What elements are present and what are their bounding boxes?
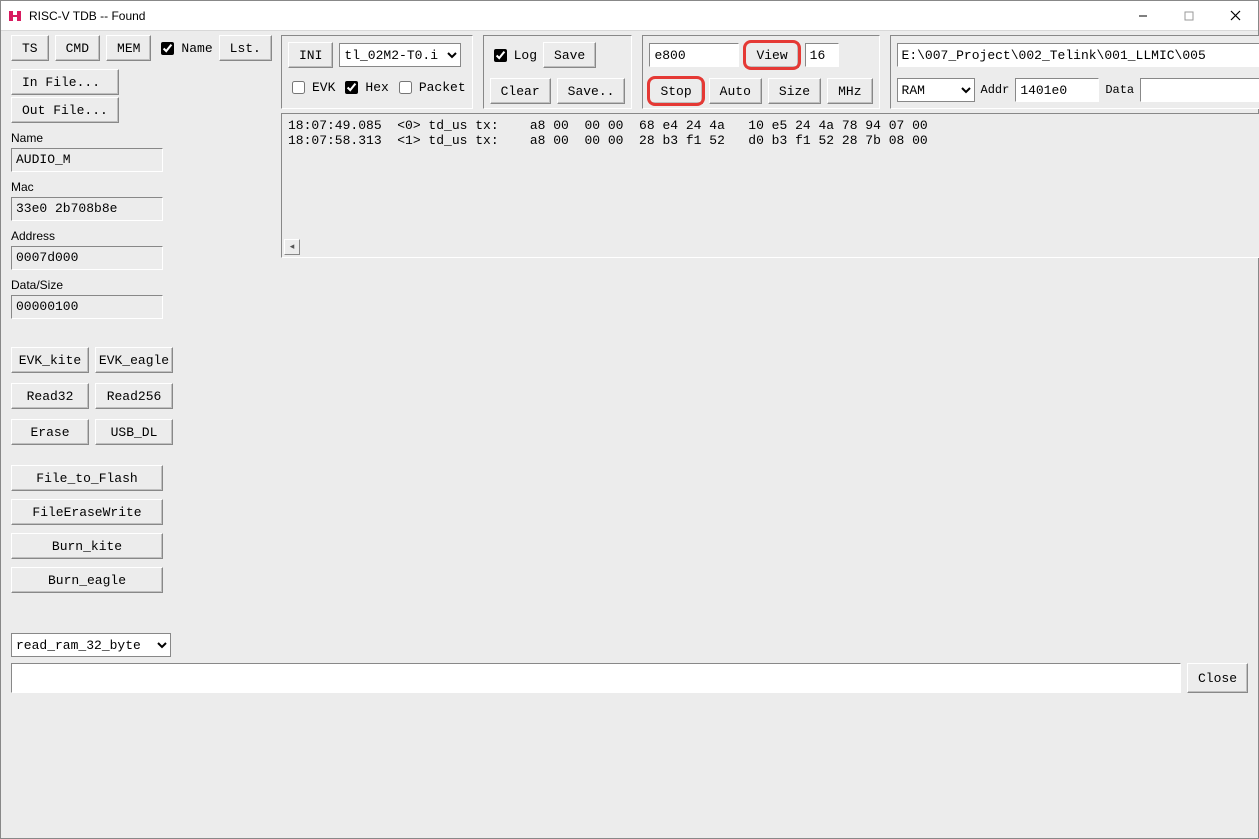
- titlebar: RISC-V TDB -- Found: [1, 1, 1258, 31]
- file-erase-write-button[interactable]: FileEraseWrite: [11, 499, 163, 525]
- minimize-button[interactable]: [1120, 1, 1166, 30]
- view-button[interactable]: View: [745, 42, 798, 68]
- ts-button[interactable]: TS: [11, 35, 49, 61]
- evk-kite-button[interactable]: EVK_kite: [11, 347, 89, 373]
- address-label: Address: [11, 229, 271, 243]
- mem-button[interactable]: MEM: [106, 35, 151, 61]
- evk-checkbox-label: EVK: [312, 80, 335, 95]
- log-checkbox-label: Log: [514, 48, 537, 63]
- maximize-button[interactable]: [1166, 1, 1212, 30]
- window-title: RISC-V TDB -- Found: [29, 9, 1120, 23]
- ini-button[interactable]: INI: [288, 42, 333, 68]
- cmd-button[interactable]: CMD: [55, 35, 100, 61]
- mac-label: Mac: [11, 180, 271, 194]
- out-file-button[interactable]: Out File...: [11, 97, 119, 123]
- name-checkbox-input[interactable]: [161, 42, 174, 55]
- evk-eagle-button[interactable]: EVK_eagle: [95, 347, 173, 373]
- ini-file-select[interactable]: tl_02M2-T0.i: [339, 43, 461, 67]
- datasize-value: 00000100: [11, 295, 163, 319]
- mhz-button[interactable]: MHz: [827, 78, 872, 104]
- stop-button[interactable]: Stop: [649, 78, 702, 104]
- packet-checkbox[interactable]: Packet: [395, 78, 466, 97]
- app-icon: [7, 8, 23, 24]
- data-label: Data: [1105, 83, 1134, 97]
- command-input[interactable]: [11, 663, 1181, 693]
- size-button[interactable]: Size: [768, 78, 821, 104]
- path-input[interactable]: [897, 43, 1259, 67]
- addr-label: Addr: [981, 83, 1010, 97]
- name-checkbox-label: Name: [181, 41, 212, 56]
- packet-checkbox-label: Packet: [419, 80, 466, 95]
- log-checkbox[interactable]: Log: [490, 46, 537, 65]
- mem-type-select[interactable]: RAM: [897, 78, 975, 102]
- packet-checkbox-input[interactable]: [399, 81, 412, 94]
- evk-checkbox[interactable]: EVK: [288, 78, 335, 97]
- close-window-button[interactable]: [1212, 1, 1258, 30]
- hex-checkbox-input[interactable]: [345, 81, 358, 94]
- view-count-input[interactable]: [805, 43, 839, 67]
- log-textarea[interactable]: 18:07:49.085 <0> td_us tx: a8 00 00 00 6…: [281, 113, 1259, 258]
- name-checkbox[interactable]: Name: [157, 39, 212, 58]
- in-file-button[interactable]: In File...: [11, 69, 119, 95]
- clear-button[interactable]: Clear: [490, 78, 551, 104]
- read32-button[interactable]: Read32: [11, 383, 89, 409]
- view-addr-input[interactable]: [649, 43, 739, 67]
- close-button[interactable]: Close: [1187, 663, 1248, 693]
- usb-dl-button[interactable]: USB_DL: [95, 419, 173, 445]
- read-ram-select[interactable]: read_ram_32_byte: [11, 633, 171, 657]
- burn-eagle-button[interactable]: Burn_eagle: [11, 567, 163, 593]
- log-checkbox-input[interactable]: [494, 49, 507, 62]
- scroll-left-icon[interactable]: ◂: [284, 239, 300, 255]
- name-value: AUDIO_M: [11, 148, 163, 172]
- save-as-button[interactable]: Save..: [557, 78, 626, 104]
- hex-checkbox[interactable]: Hex: [341, 78, 388, 97]
- read256-button[interactable]: Read256: [95, 383, 173, 409]
- address-value: 0007d000: [11, 246, 163, 270]
- lst-button[interactable]: Lst.: [219, 35, 272, 61]
- hex-checkbox-label: Hex: [365, 80, 388, 95]
- burn-kite-button[interactable]: Burn_kite: [11, 533, 163, 559]
- name-label: Name: [11, 131, 271, 145]
- evk-checkbox-input[interactable]: [292, 81, 305, 94]
- save-button[interactable]: Save: [543, 42, 596, 68]
- mac-value: 33e0 2b708b8e: [11, 197, 163, 221]
- data-input[interactable]: [1140, 78, 1259, 102]
- erase-button[interactable]: Erase: [11, 419, 89, 445]
- datasize-label: Data/Size: [11, 278, 271, 292]
- addr-input[interactable]: [1015, 78, 1099, 102]
- auto-button[interactable]: Auto: [709, 78, 762, 104]
- file-to-flash-button[interactable]: File_to_Flash: [11, 465, 163, 491]
- log-content: 18:07:49.085 <0> td_us tx: a8 00 00 00 6…: [288, 118, 928, 148]
